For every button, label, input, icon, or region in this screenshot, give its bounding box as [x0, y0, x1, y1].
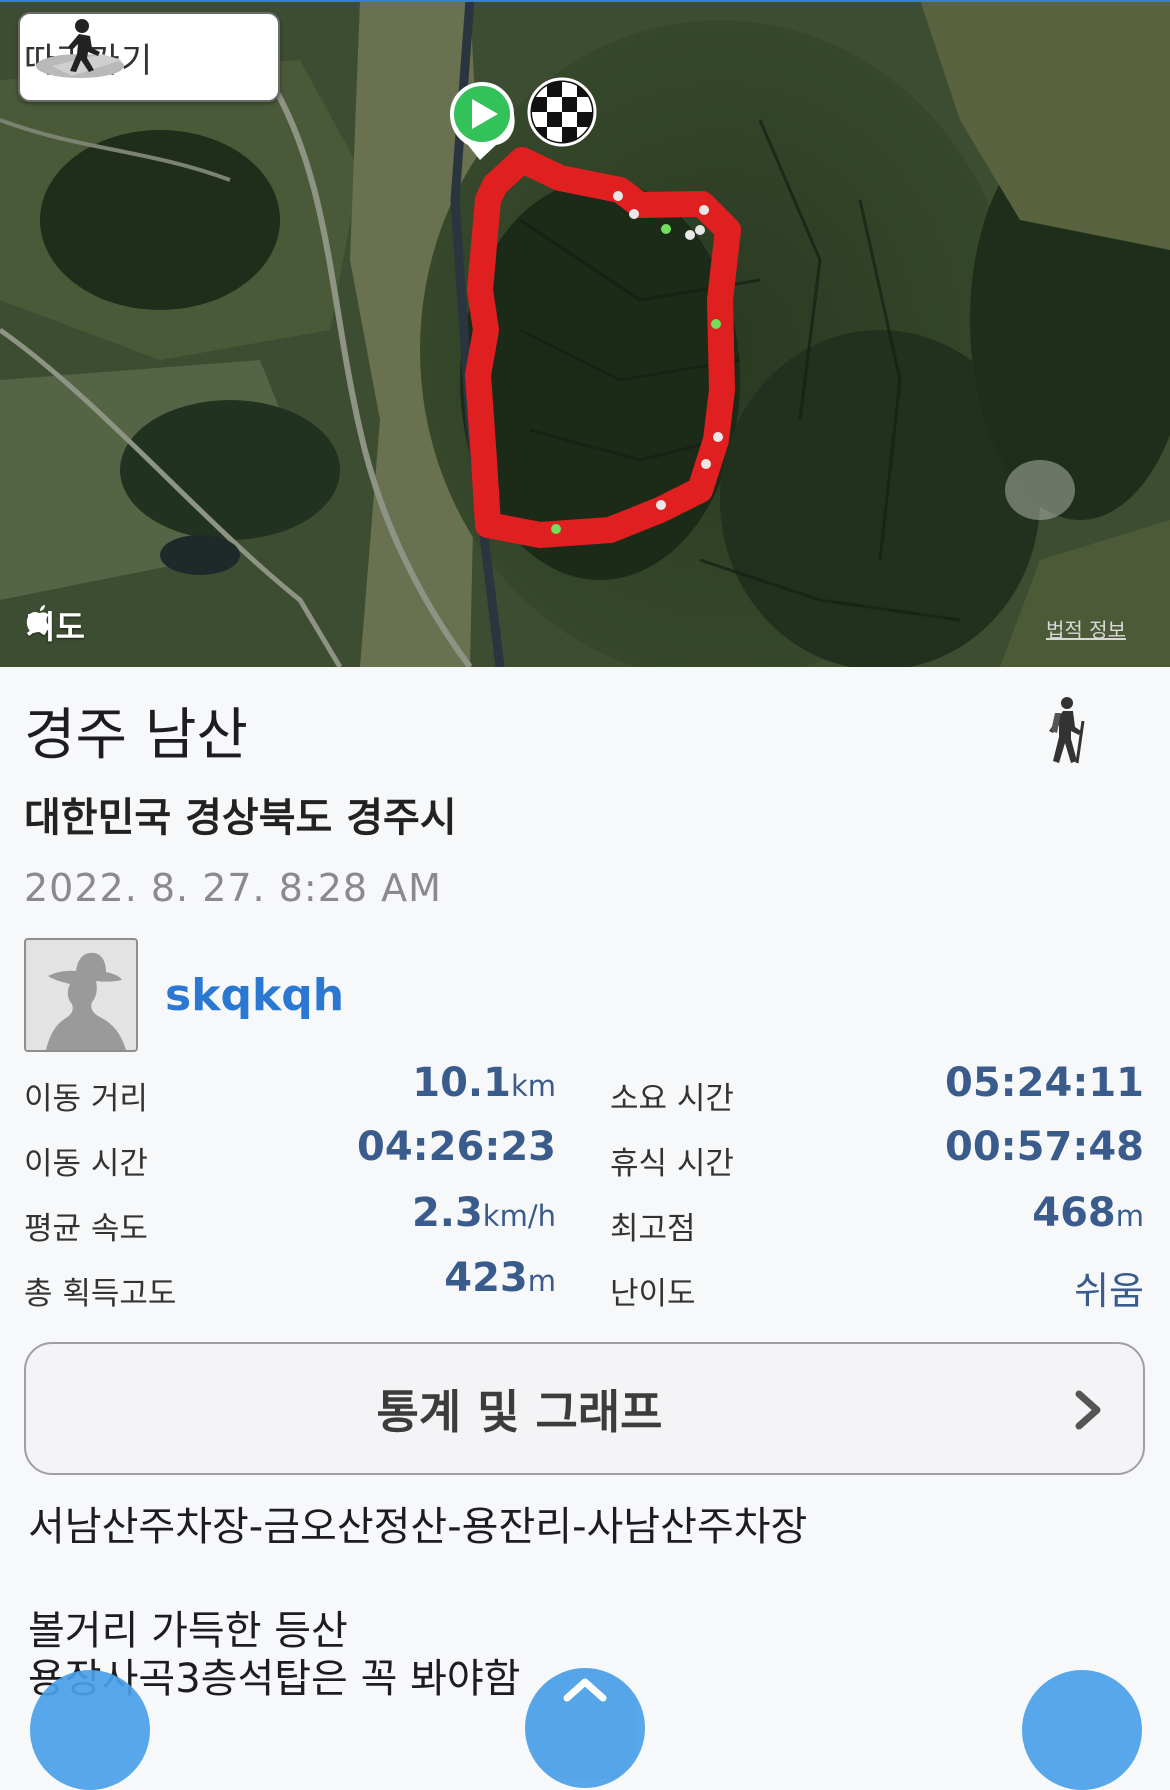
username-link[interactable]: skqkqh [165, 970, 344, 1021]
route-name: 서남산주차장-금오산정산-용잔리-사남산주차장 [28, 1504, 808, 1550]
user-silhouette-icon [26, 940, 136, 1050]
total-time-label: 소요 시간 [610, 1081, 734, 1117]
rest-time-value: 00:57:48 [945, 1124, 1144, 1170]
follow-button[interactable]: 따라가기 [18, 12, 280, 102]
finish-flag-icon [527, 77, 597, 147]
total-ascent-value: 423m [444, 1255, 556, 1301]
avatar[interactable] [24, 938, 138, 1052]
chevron-right-icon [1075, 1390, 1101, 1430]
rest-time-label: 휴식 시간 [610, 1146, 734, 1182]
avg-speed-value: 2.3km/h [411, 1190, 556, 1236]
map-view[interactable]: 따라가기 지도 법적 정보 [0, 0, 1170, 667]
maps-logo: 지도 [26, 602, 85, 648]
total-ascent-label: 총 획득고도 [24, 1276, 177, 1312]
hiking-icon [1049, 697, 1085, 764]
floating-button-center[interactable] [525, 1668, 645, 1788]
total-time-value: 05:24:11 [945, 1060, 1144, 1106]
distance-value: 10.1km [412, 1060, 556, 1106]
moving-time-label: 이동 시간 [24, 1146, 148, 1182]
track-location: 대한민국 경상북도 경주시 [24, 795, 457, 841]
walking-person-icon [36, 19, 124, 78]
track-datetime: 2022. 8. 27. 8:28 AM [24, 866, 442, 910]
max-elevation-label: 최고점 [610, 1211, 696, 1247]
difficulty-label: 난이도 [610, 1276, 696, 1312]
floating-button-left[interactable] [30, 1670, 150, 1790]
difficulty-value: 쉬움 [1074, 1269, 1144, 1313]
legal-info-link[interactable]: 법적 정보 [1046, 614, 1126, 643]
chevron-up-icon [563, 1678, 607, 1702]
stats-graph-button[interactable]: 통계 및 그래프 [24, 1342, 1145, 1475]
distance-label: 이동 거리 [24, 1081, 148, 1117]
apple-logo-icon [26, 605, 50, 633]
max-elevation-value: 468m [1032, 1190, 1144, 1236]
floating-button-right[interactable] [1022, 1670, 1142, 1790]
track-title: 경주 남산 [24, 703, 248, 768]
avg-speed-label: 평균 속도 [24, 1211, 148, 1247]
stats-graph-label: 통계 및 그래프 [376, 1384, 663, 1439]
moving-time-value: 04:26:23 [357, 1124, 556, 1170]
